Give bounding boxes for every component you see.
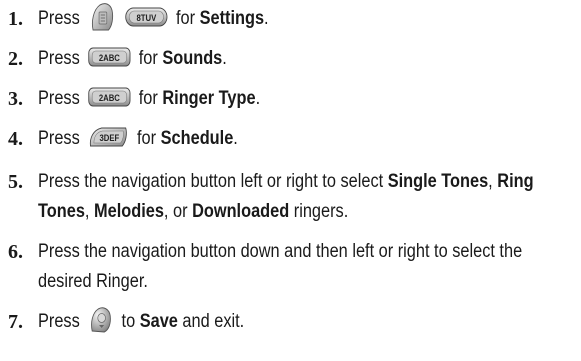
key-label: 2ABC [99,92,120,103]
step-number: 2. [8,48,23,70]
key-label: 8TUV [137,12,157,23]
for-word: for [138,48,158,69]
step-number: 3. [8,88,23,110]
for-word: for [138,88,158,109]
press-word: Press [38,128,80,149]
to-word: to [121,311,136,333]
step-text: Press 8TUV for Settings. [38,2,502,34]
step-text: Press 3DEF for Schedule. [38,124,502,154]
key-label: 3DEF [99,132,119,143]
step-end: and exit. [182,311,245,333]
step-number: 7. [8,311,23,333]
option-melodies: Melodies [93,201,164,222]
punct: . [222,48,227,69]
punct: . [255,88,261,109]
menu-name: Sounds [162,48,223,69]
for-word: for [137,128,157,149]
8tuv-key-icon: 8TUV [125,7,168,27]
step-number: 5. [8,171,23,193]
2abc-key-icon: 2ABC [88,87,131,107]
3def-key-icon: 3DEF [88,126,129,148]
press-word: Press [38,88,80,109]
step-text: Press 2ABC for Sounds. [38,44,502,74]
menu-name: Settings [199,8,265,30]
step-text: Press the navigation button left or righ… [38,171,534,222]
menu-key-icon [88,2,117,32]
step-number: 4. [8,128,23,150]
press-word: Press [38,311,80,333]
ok-key-icon [88,305,114,335]
menu-name: Ringer Type [162,88,256,109]
key-label: 2ABC [99,52,120,63]
punct: . [233,128,238,149]
step-number: 6. [8,241,23,263]
step-text: Press the navigation button down and the… [38,241,523,292]
option-downloaded: Downloaded [192,201,290,222]
menu-name: Schedule [160,128,234,149]
punct: . [264,8,269,30]
press-word: Press [38,48,80,69]
2abc-key-icon: 2ABC [88,47,131,67]
step-text: Press 2ABC for Ringer Type. [38,84,502,114]
step-text: Press to Save and exit. [38,307,502,337]
action-name: Save [139,311,178,333]
option-single-tones: Single Tones [387,171,489,192]
for-word: for [175,8,196,30]
step-number: 1. [8,8,23,30]
press-word: Press [38,8,80,30]
